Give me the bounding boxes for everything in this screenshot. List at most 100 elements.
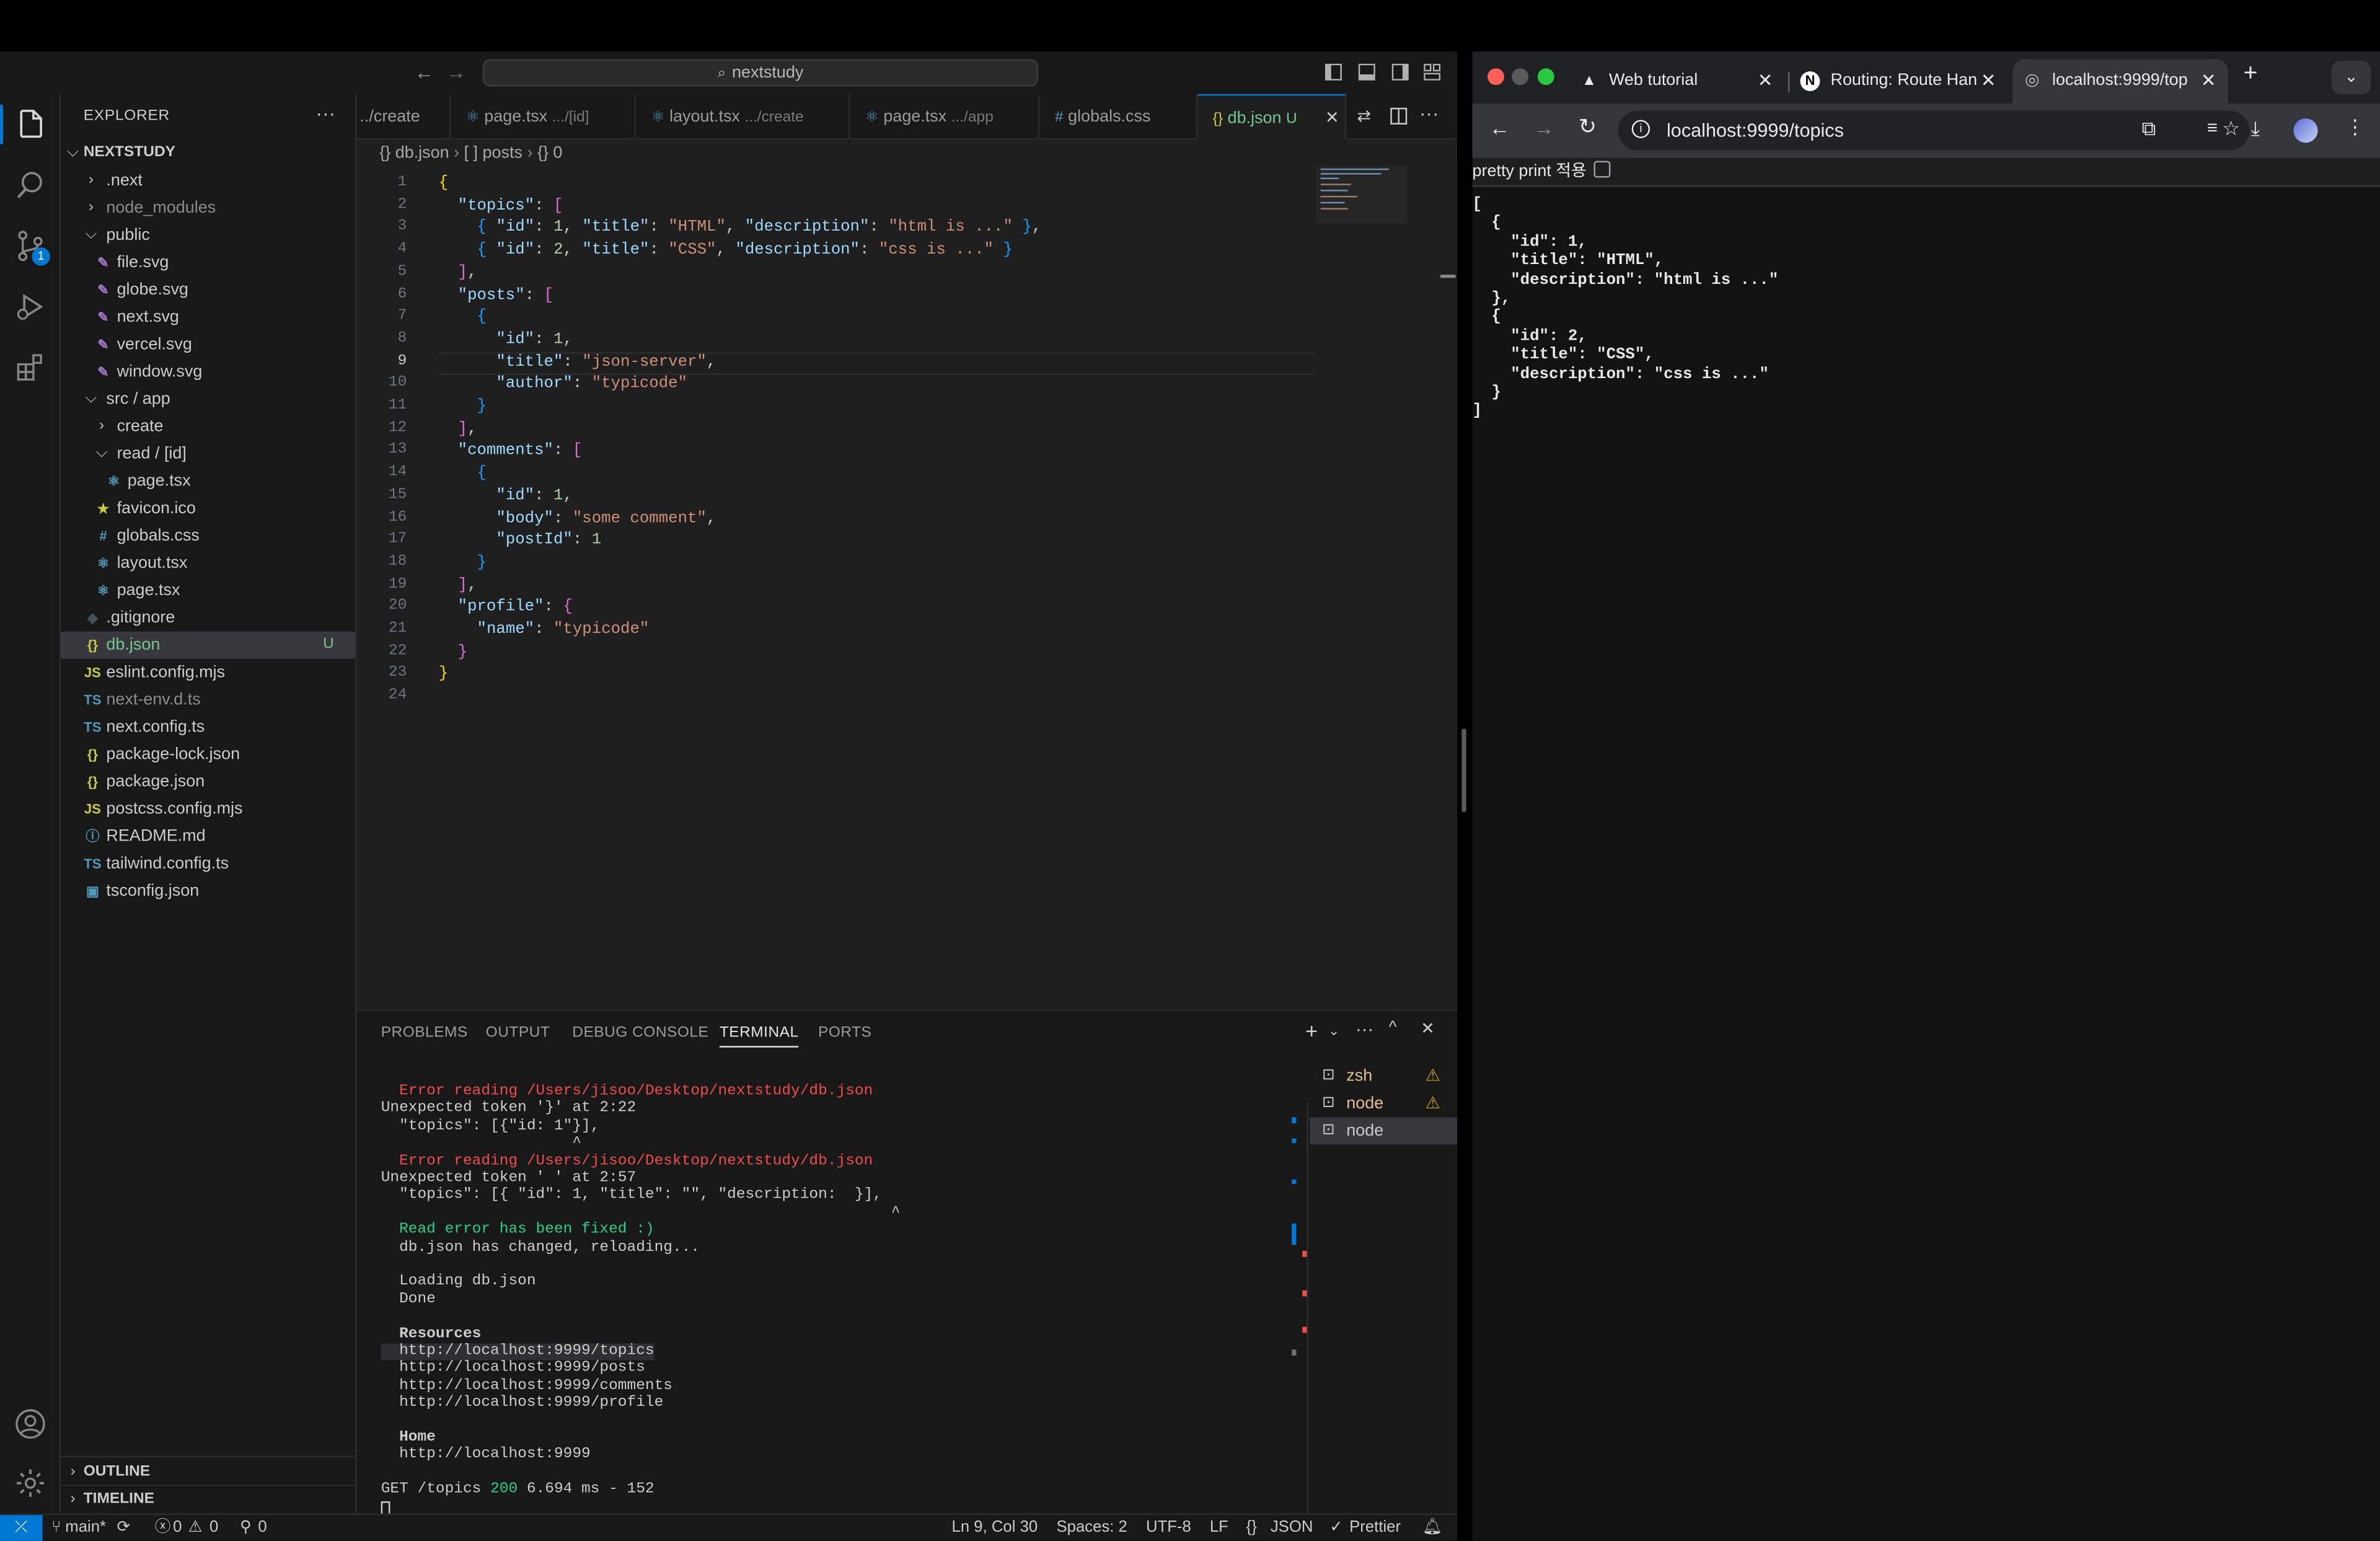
explorer-files-icon[interactable] (12, 106, 49, 143)
minimize-window-button[interactable] (1512, 68, 1529, 86)
tree-file[interactable]: JS postcss.config.mjs (61, 795, 355, 823)
tab-debug-console[interactable]: DEBUG CONSOLE (572, 1025, 708, 1041)
tab-create[interactable]: ../create (357, 94, 451, 140)
open-changes-icon[interactable]: ⇄ (1357, 106, 1371, 126)
tree-file[interactable]: TS next-env.d.ts (61, 686, 355, 713)
zoom-window-button[interactable] (1537, 68, 1554, 86)
close-tab-icon[interactable]: ✕ (2201, 60, 2216, 104)
tree-file[interactable]: TS next.config.ts (61, 713, 355, 741)
profile-avatar[interactable] (2293, 118, 2318, 143)
search-icon[interactable] (12, 167, 49, 203)
close-panel-icon[interactable]: ✕ (1421, 1018, 1435, 1038)
tab-search-chevron-icon[interactable]: ⌄ (2331, 60, 2371, 94)
pretty-print-checkbox[interactable] (1594, 161, 1611, 178)
tree-file[interactable]: ⚛ layout.tsx (61, 550, 355, 577)
back-arrow-icon[interactable]: ← (415, 61, 434, 84)
more-actions-icon[interactable]: ··· (315, 102, 335, 125)
remote-indicator-icon[interactable]: ⤫ (0, 1515, 43, 1541)
notifications-bell-icon[interactable]: 🔔︎ (1422, 1515, 1443, 1541)
workspace-root[interactable]: ⌵ NEXTSTUDY (61, 139, 355, 167)
chrome-menu-icon[interactable]: ⋮ (2345, 115, 2365, 139)
new-tab-icon[interactable]: + (2244, 61, 2258, 88)
more-actions-icon[interactable]: ··· (1419, 102, 1439, 125)
tree-file[interactable]: ✎ vercel.svg (61, 331, 355, 358)
tree-file[interactable]: ⚛ page.tsx (61, 577, 355, 604)
more-actions-icon[interactable]: ··· (1355, 1018, 1373, 1040)
error-count[interactable]: 0 (173, 1515, 182, 1541)
download-icon[interactable]: ⤓ (2251, 117, 2260, 141)
breadcrumb-file[interactable]: {} db.json (379, 144, 449, 162)
close-window-button[interactable] (1488, 68, 1504, 86)
toggle-primary-sidebar-icon[interactable] (1324, 63, 1342, 81)
tree-file[interactable]: ✎ file.svg (61, 249, 355, 276)
tree-file[interactable]: ⓘ README.md (61, 823, 355, 850)
reload-icon[interactable]: ↻ (1579, 114, 1597, 140)
tab-globals-css[interactable]: # globals.css (1040, 94, 1198, 140)
tree-folder[interactable]: ⌵ read / [id] (61, 440, 355, 467)
encoding[interactable]: UTF-8 (1146, 1515, 1191, 1541)
tab-ports[interactable]: PORTS (818, 1025, 871, 1041)
back-arrow-icon[interactable]: ← (1489, 115, 1510, 139)
media-controls-icon[interactable]: ≡ (2207, 117, 2218, 138)
line-ending[interactable]: LF (1210, 1515, 1228, 1541)
minimap[interactable] (1316, 165, 1410, 226)
tab-layout[interactable]: ⚛ layout.tsx .../create (636, 94, 850, 140)
split-editor-icon[interactable] (1390, 107, 1408, 125)
command-center-search[interactable]: ⌕ nextstudy (482, 59, 1039, 87)
git-branch[interactable]: main* (65, 1515, 106, 1541)
outline-section[interactable]: › OUTLINE (61, 1459, 355, 1486)
extensions-puzzle-icon[interactable]: ⧉ (2142, 117, 2156, 141)
browser-tab-web-tutorial[interactable]: ▲ Web tutorial ✕ (1572, 60, 1785, 104)
new-terminal-icon[interactable]: + (1305, 1018, 1318, 1043)
indentation[interactable]: Spaces: 2 (1057, 1515, 1127, 1541)
forward-arrow-icon[interactable]: → (1533, 115, 1554, 139)
window-splitter[interactable] (1461, 728, 1466, 813)
tree-folder[interactable]: › create (61, 413, 355, 440)
tab-terminal[interactable]: TERMINAL (719, 1025, 799, 1048)
tree-file[interactable]: # globals.css (61, 522, 355, 549)
tree-folder[interactable]: ⌵ src / app (61, 386, 355, 413)
tab-output[interactable]: OUTPUT (486, 1025, 550, 1041)
formatter[interactable]: Prettier (1349, 1515, 1401, 1541)
browser-tab-routing[interactable]: N Routing: Route Han ✕ (1792, 60, 2008, 104)
tree-folder[interactable]: › node_modules (61, 194, 355, 221)
tree-file[interactable]: ⚛ page.tsx (61, 467, 355, 495)
run-debug-icon[interactable] (12, 288, 49, 325)
browser-tab-localhost[interactable]: ◎ localhost:9999/top ✕ (2012, 59, 2229, 104)
tab-page-app[interactable]: ⚛ page.tsx .../app (850, 94, 1040, 140)
terminal-instance[interactable]: ⊡ node ⚠ (1310, 1090, 1457, 1117)
tree-file[interactable]: JS eslint.config.mjs (61, 659, 355, 686)
tree-file[interactable]: {} db.json U (60, 631, 356, 659)
terminal-instance[interactable]: ⊡ zsh ⚠ (1310, 1062, 1457, 1090)
forward-arrow-icon[interactable]: → (446, 61, 466, 84)
toggle-secondary-sidebar-icon[interactable] (1391, 63, 1409, 81)
site-info-icon[interactable]: i (1631, 120, 1651, 138)
terminal-instance[interactable]: ⊡ node (1310, 1117, 1458, 1145)
tree-folder[interactable]: ⌵ public (61, 222, 355, 249)
tree-folder[interactable]: › .next (61, 167, 355, 194)
tab-problems[interactable]: PROBLEMS (381, 1025, 468, 1041)
accounts-icon[interactable] (12, 1406, 49, 1442)
tree-file[interactable]: TS tailwind.config.ts (61, 850, 355, 877)
close-tab-icon[interactable]: ✕ (1981, 60, 1996, 104)
tree-file[interactable]: ◆ .gitignore (61, 604, 355, 632)
tree-file[interactable]: {} package.json (61, 768, 355, 795)
close-tab-icon[interactable]: ✕ (1758, 60, 1773, 104)
tab-db-json[interactable]: {} db.json U ✕ (1197, 94, 1347, 140)
tree-file[interactable]: ▣ tsconfig.json (61, 878, 355, 905)
tree-file[interactable]: {} package-lock.json (61, 741, 355, 768)
ports-count[interactable]: 0 (258, 1515, 267, 1541)
tree-file[interactable]: ✎ window.svg (61, 358, 355, 386)
code-editor[interactable]: 1 {2 "topics": [3 { "id": 1, "title": "HT… (356, 165, 1458, 1009)
tree-file[interactable]: ✎ globe.svg (61, 276, 355, 304)
breadcrumb-item[interactable]: {} 0 (537, 144, 562, 162)
tree-file[interactable]: ★ favicon.ico (61, 495, 355, 522)
breadcrumb-posts[interactable]: [ ] posts (464, 144, 522, 162)
language-mode[interactable]: JSON (1271, 1515, 1313, 1541)
customize-layout-icon[interactable] (1424, 63, 1441, 81)
extensions-icon[interactable] (12, 349, 49, 386)
tree-file[interactable]: ✎ next.svg (61, 304, 355, 331)
source-control-icon[interactable]: 1 (12, 227, 50, 266)
warning-count[interactable]: 0 (209, 1515, 218, 1541)
chevron-down-icon[interactable]: ⌄ (1328, 1023, 1339, 1040)
